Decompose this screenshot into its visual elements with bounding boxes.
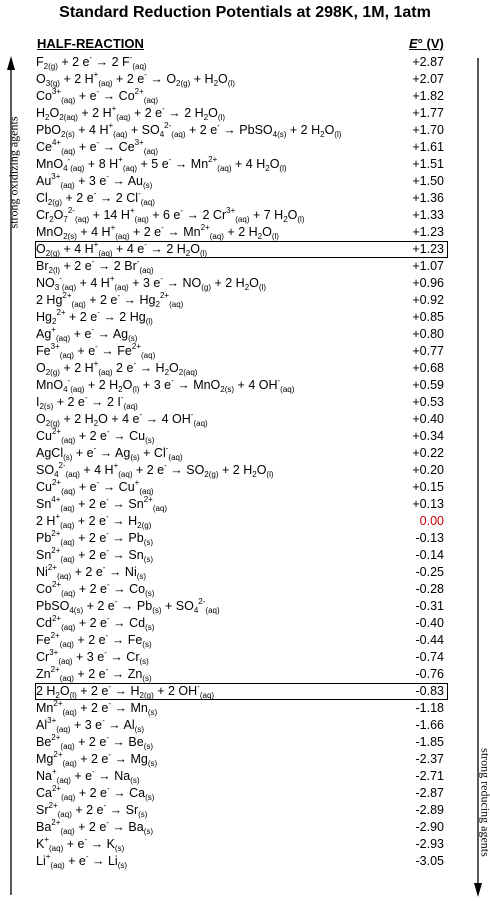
reducing-label: strong reducing agents	[478, 748, 490, 857]
oxidizing-label-box: strong oxidizing agents	[4, 110, 21, 240]
oxidizing-label: strong oxidizing agents	[6, 116, 21, 229]
arrows-layer	[7, 56, 482, 897]
